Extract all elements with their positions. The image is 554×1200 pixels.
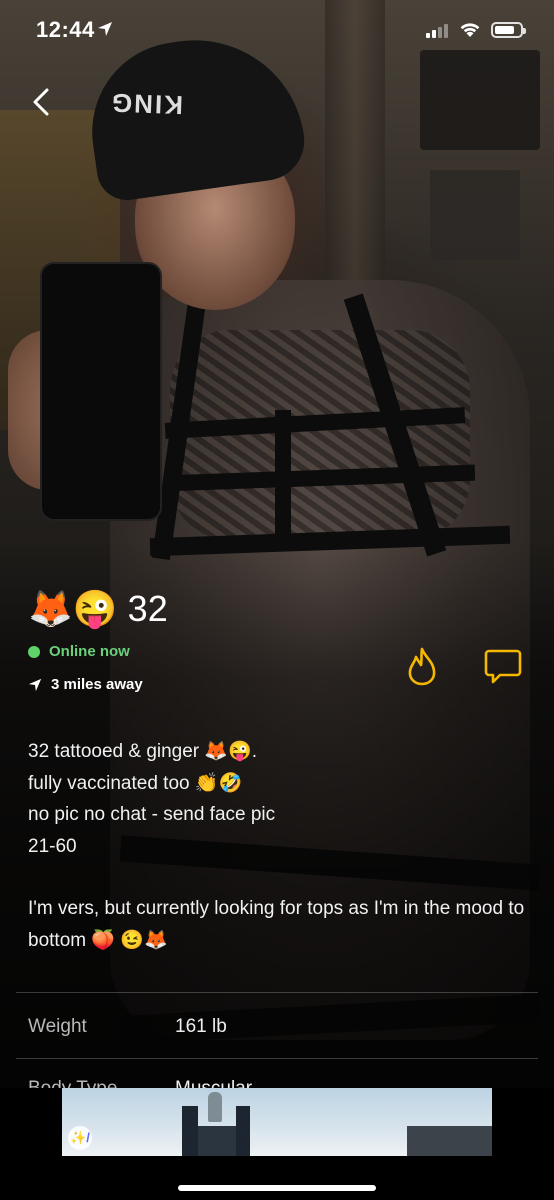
photo-phone [40, 262, 162, 521]
chat-bubble-icon[interactable] [483, 648, 523, 686]
bio-paragraph: I'm vers, but currently looking for tops… [28, 898, 525, 951]
ad-badge-icon[interactable]: ✨/ [68, 1126, 92, 1150]
back-chevron-icon[interactable] [26, 86, 58, 118]
online-status: Online now [28, 643, 130, 660]
photo-harness-strap [275, 410, 291, 550]
profile-display-name: 🦊😜 [28, 588, 118, 629]
bio-line: fully vaccinated too 👏🤣 [28, 772, 243, 794]
home-indicator[interactable] [178, 1185, 376, 1191]
ad-image-statue [208, 1092, 222, 1122]
battery-icon [491, 22, 526, 38]
ad-image-building [407, 1126, 492, 1156]
distance-label: 3 miles away [51, 676, 143, 693]
distance: 3 miles away [28, 676, 143, 693]
ad-image-tower [182, 1106, 198, 1156]
photo-cap-logo: KING [109, 87, 184, 121]
status-time: 12:44 [36, 17, 95, 42]
profile-age: 32 [127, 588, 168, 629]
cellular-signal-icon [426, 24, 448, 38]
bio-line: no pic no chat - send face pic [28, 804, 276, 825]
battery-fill [495, 26, 515, 34]
location-arrow-icon [98, 22, 112, 36]
stat-label-weight: Weight [28, 1016, 87, 1037]
online-dot-icon [28, 645, 40, 658]
profile-bio: 32 tattooed & ginger 🦊😜. fully vaccinate… [28, 736, 528, 956]
ad-image-bridge [198, 1126, 236, 1156]
wifi-icon [460, 23, 480, 37]
photo-shelf [420, 50, 540, 150]
photo-shelf-box [430, 170, 520, 260]
location-arrow-icon [28, 678, 42, 691]
profile-name-row: 🦊😜 32 [28, 588, 168, 630]
ad-area: ✨/ [0, 1088, 554, 1200]
online-status-label: Online now [49, 643, 130, 660]
bio-line: 32 tattooed & ginger 🦊😜. [28, 741, 258, 762]
tap-flame-icon[interactable] [403, 646, 441, 686]
divider [16, 1058, 538, 1059]
bio-line: 21-60 [28, 835, 77, 857]
status-bar: 12:44 [0, 0, 554, 60]
ad-banner[interactable]: ✨/ [62, 1088, 492, 1156]
ad-image-tower [236, 1106, 250, 1156]
divider [16, 992, 538, 993]
stat-value-weight: 161 lb [175, 1016, 227, 1037]
